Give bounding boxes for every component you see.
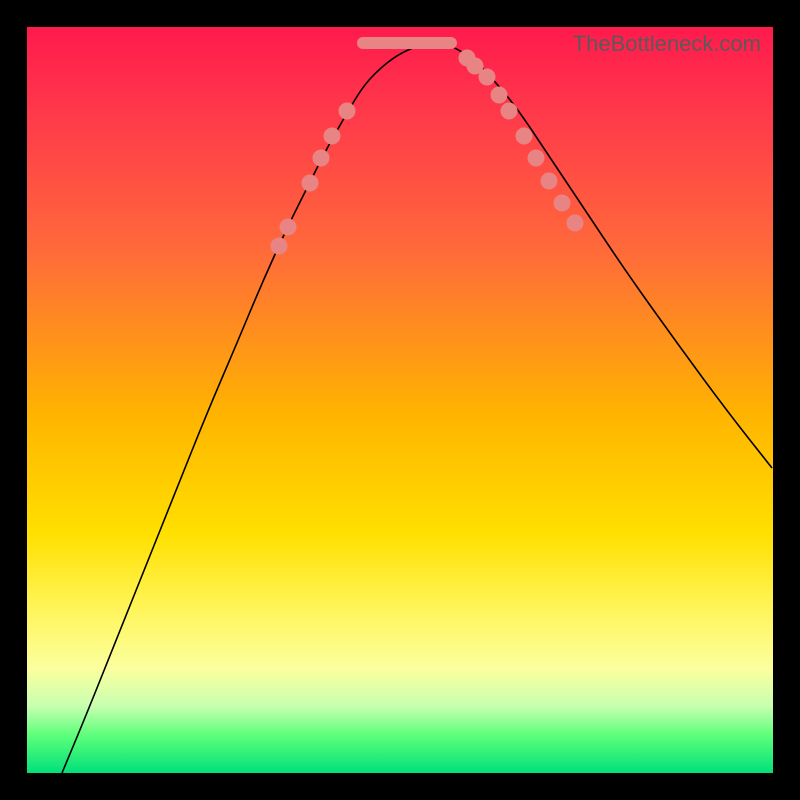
curve-marker (491, 87, 508, 104)
curve-marker (554, 195, 571, 212)
curve-marker (516, 128, 533, 145)
curve-marker (339, 103, 356, 120)
curve-marker (567, 215, 584, 232)
curve-marker (271, 238, 288, 255)
curve-marker (302, 175, 319, 192)
curve-marker (313, 150, 330, 167)
curve-marker (280, 219, 297, 236)
plot-area: TheBottleneck.com (27, 27, 773, 773)
bottleneck-curve (62, 43, 772, 773)
curve-marker (501, 103, 518, 120)
chart-overlay (27, 27, 773, 773)
markers-left-group (271, 103, 356, 255)
small-tick (485, 69, 489, 83)
flat-minimum-band (357, 37, 457, 49)
markers-right-group (459, 50, 584, 232)
curve-marker (324, 128, 341, 145)
curve-marker (541, 173, 558, 190)
curve-marker (528, 150, 545, 167)
chart-frame: TheBottleneck.com (0, 0, 800, 800)
